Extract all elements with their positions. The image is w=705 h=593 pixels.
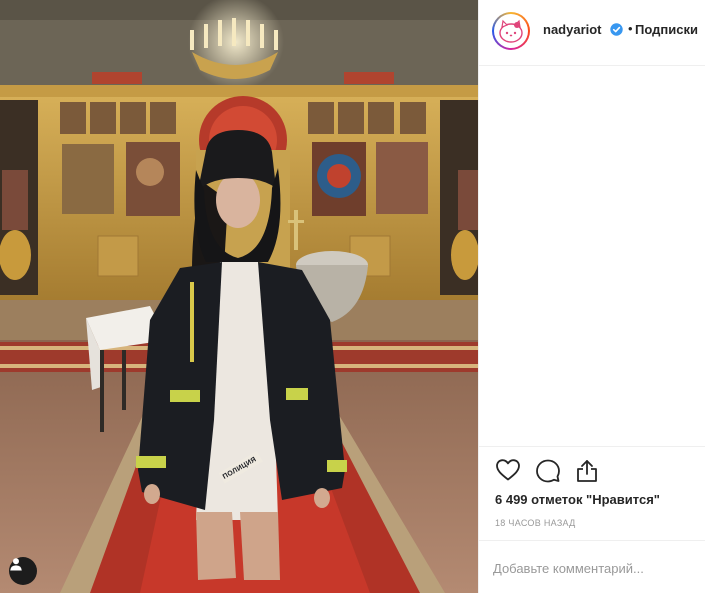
divider: [479, 446, 705, 447]
user-icon: [10, 558, 22, 571]
share-icon: [577, 460, 597, 482]
divider: [479, 540, 705, 541]
post-header: nadyariot • Подписки: [479, 0, 705, 66]
instagram-post: ПОЛИЦИЯ nadyariot • Подписки 6 499 отмет…: [0, 0, 705, 593]
post-side-panel: nadyariot • Подписки 6 499 отметок "Нрав…: [478, 0, 705, 593]
likes-count[interactable]: 6 499 отметок "Нравится": [495, 492, 660, 507]
post-photo[interactable]: ПОЛИЦИЯ: [0, 0, 478, 593]
verified-badge-icon: [610, 23, 623, 41]
post-timestamp[interactable]: 18 часов назад: [495, 518, 576, 528]
heart-icon: [496, 459, 520, 481]
following-button[interactable]: Подписки: [635, 22, 698, 37]
comment-input[interactable]: [493, 556, 693, 580]
church-scene-illustration: [0, 0, 478, 593]
tagged-users-button[interactable]: [9, 557, 37, 585]
share-button[interactable]: [575, 458, 599, 488]
comment-bubble-icon: [536, 459, 560, 483]
like-button[interactable]: [495, 458, 521, 487]
separator-dot: •: [628, 21, 633, 36]
username-link[interactable]: nadyariot: [543, 22, 602, 37]
avatar[interactable]: [492, 12, 530, 50]
hello-kitty-icon: [499, 19, 523, 43]
comment-button[interactable]: [535, 458, 561, 488]
